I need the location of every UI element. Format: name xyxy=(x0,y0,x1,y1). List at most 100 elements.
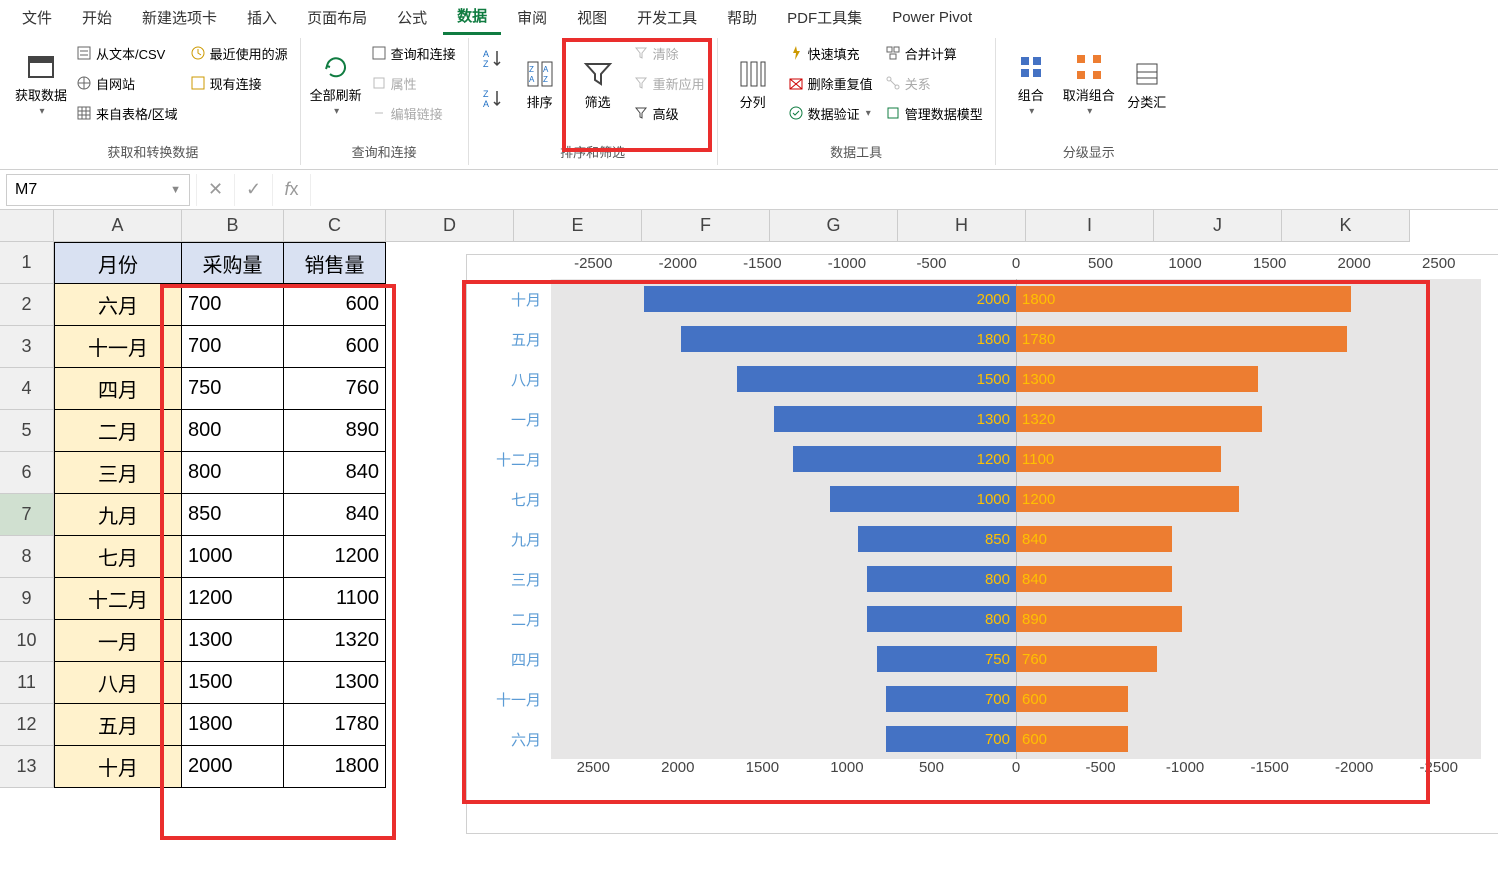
table-cell[interactable]: 1500 xyxy=(182,662,284,704)
table-cell[interactable]: 700 xyxy=(182,284,284,326)
row-header-11[interactable]: 11 xyxy=(0,662,54,704)
table-cell[interactable]: 1800 xyxy=(182,704,284,746)
table-header[interactable]: 采购量 xyxy=(182,242,284,284)
chart-bar-sell[interactable]: 1780 xyxy=(1016,326,1347,352)
row-header-5[interactable]: 5 xyxy=(0,410,54,452)
recent-sources-button[interactable]: 最近使用的源 xyxy=(186,40,292,66)
tab-开发工具[interactable]: 开发工具 xyxy=(623,1,711,34)
chart-bar-sell[interactable]: 1800 xyxy=(1016,286,1351,312)
col-header-G[interactable]: G xyxy=(770,210,898,242)
table-cell[interactable]: 十月 xyxy=(54,746,182,788)
tab-文件[interactable]: 文件 xyxy=(8,1,66,34)
table-cell[interactable]: 800 xyxy=(182,452,284,494)
chart-bar-sell[interactable]: 760 xyxy=(1016,646,1157,672)
tab-视图[interactable]: 视图 xyxy=(563,1,621,34)
table-cell[interactable]: 890 xyxy=(284,410,386,452)
row-header-9[interactable]: 9 xyxy=(0,578,54,620)
row-header-6[interactable]: 6 xyxy=(0,452,54,494)
chart-bar-sell[interactable]: 840 xyxy=(1016,566,1172,592)
manage-model-button[interactable]: 管理数据模型 xyxy=(881,100,987,126)
table-cell[interactable]: 1100 xyxy=(284,578,386,620)
chart-bar-buy[interactable]: 800 xyxy=(867,566,1016,592)
chart-bar-sell[interactable]: 1300 xyxy=(1016,366,1258,392)
fx-button[interactable]: fx xyxy=(272,174,310,206)
table-cell[interactable]: 三月 xyxy=(54,452,182,494)
consolidate-button[interactable]: 合并计算 xyxy=(881,40,987,66)
chart-bar-buy[interactable]: 1200 xyxy=(793,446,1016,472)
table-cell[interactable]: 1320 xyxy=(284,620,386,662)
name-box[interactable]: M7▼ xyxy=(6,174,190,206)
table-cell[interactable]: 二月 xyxy=(54,410,182,452)
tornado-chart[interactable]: -2500-2000-1500-1000-5000500100015002000… xyxy=(466,254,1498,834)
tab-Power Pivot[interactable]: Power Pivot xyxy=(878,3,986,32)
tab-PDF工具集[interactable]: PDF工具集 xyxy=(773,1,876,34)
table-cell[interactable]: 840 xyxy=(284,452,386,494)
chart-bar-sell[interactable]: 1320 xyxy=(1016,406,1262,432)
row-header-1[interactable]: 1 xyxy=(0,242,54,284)
table-cell[interactable]: 700 xyxy=(182,326,284,368)
col-header-A[interactable]: A xyxy=(54,210,182,242)
col-header-I[interactable]: I xyxy=(1026,210,1154,242)
chart-bar-buy[interactable]: 1300 xyxy=(774,406,1016,432)
sort-asc-button[interactable]: AZ xyxy=(477,46,509,72)
table-cell[interactable]: 2000 xyxy=(182,746,284,788)
sort-button[interactable]: ZAAZ 排序 xyxy=(513,40,567,128)
table-cell[interactable]: 六月 xyxy=(54,284,182,326)
table-cell[interactable]: 840 xyxy=(284,494,386,536)
refresh-all-button[interactable]: 全部刷新 xyxy=(309,40,363,128)
tab-页面布局[interactable]: 页面布局 xyxy=(293,1,381,34)
chart-bar-buy[interactable]: 750 xyxy=(877,646,1017,672)
remove-dup-button[interactable]: 删除重复值 xyxy=(784,70,877,96)
table-cell[interactable]: 四月 xyxy=(54,368,182,410)
advanced-filter-button[interactable]: 高级 xyxy=(629,100,709,126)
table-cell[interactable]: 五月 xyxy=(54,704,182,746)
row-header-7[interactable]: 7 xyxy=(0,494,54,536)
table-header[interactable]: 销售量 xyxy=(284,242,386,284)
table-cell[interactable]: 1200 xyxy=(284,536,386,578)
from-table-button[interactable]: 来自表格/区域 xyxy=(72,100,182,126)
tab-数据[interactable]: 数据 xyxy=(443,0,501,35)
chart-bar-buy[interactable]: 1500 xyxy=(737,366,1016,392)
col-header-H[interactable]: H xyxy=(898,210,1026,242)
table-cell[interactable]: 600 xyxy=(284,284,386,326)
table-cell[interactable]: 十一月 xyxy=(54,326,182,368)
tab-公式[interactable]: 公式 xyxy=(383,1,441,34)
text-to-columns-button[interactable]: 分列 xyxy=(726,40,780,128)
chart-bar-sell[interactable]: 600 xyxy=(1016,726,1128,752)
select-all-corner[interactable] xyxy=(0,210,54,242)
table-cell[interactable]: 十二月 xyxy=(54,578,182,620)
cancel-formula-button[interactable]: ✕ xyxy=(196,174,234,206)
tab-插入[interactable]: 插入 xyxy=(233,1,291,34)
formula-input[interactable] xyxy=(310,174,1498,206)
row-header-4[interactable]: 4 xyxy=(0,368,54,410)
table-header[interactable]: 月份 xyxy=(54,242,182,284)
chart-bar-buy[interactable]: 1800 xyxy=(681,326,1016,352)
from-web-button[interactable]: 自网站 xyxy=(72,70,182,96)
tab-开始[interactable]: 开始 xyxy=(68,1,126,34)
tab-审阅[interactable]: 审阅 xyxy=(503,1,561,34)
chart-bar-sell[interactable]: 1200 xyxy=(1016,486,1239,512)
chart-bar-buy[interactable]: 1000 xyxy=(830,486,1016,512)
chart-bar-buy[interactable]: 850 xyxy=(858,526,1016,552)
get-data-button[interactable]: 获取数据 xyxy=(14,40,68,128)
table-cell[interactable]: 1300 xyxy=(284,662,386,704)
ungroup-button[interactable]: 取消组合 xyxy=(1062,40,1116,128)
table-cell[interactable]: 750 xyxy=(182,368,284,410)
table-cell[interactable]: 九月 xyxy=(54,494,182,536)
table-cell[interactable]: 1780 xyxy=(284,704,386,746)
chart-bar-sell[interactable]: 840 xyxy=(1016,526,1172,552)
table-cell[interactable]: 800 xyxy=(182,410,284,452)
row-header-3[interactable]: 3 xyxy=(0,326,54,368)
table-cell[interactable]: 1000 xyxy=(182,536,284,578)
col-header-F[interactable]: F xyxy=(642,210,770,242)
col-header-B[interactable]: B xyxy=(182,210,284,242)
chart-bar-sell[interactable]: 1100 xyxy=(1016,446,1221,472)
col-header-E[interactable]: E xyxy=(514,210,642,242)
row-header-10[interactable]: 10 xyxy=(0,620,54,662)
filter-button[interactable]: 筛选 xyxy=(571,40,625,128)
sort-desc-button[interactable]: ZA xyxy=(477,86,509,112)
col-header-D[interactable]: D xyxy=(386,210,514,242)
table-cell[interactable]: 760 xyxy=(284,368,386,410)
col-header-J[interactable]: J xyxy=(1154,210,1282,242)
row-header-8[interactable]: 8 xyxy=(0,536,54,578)
